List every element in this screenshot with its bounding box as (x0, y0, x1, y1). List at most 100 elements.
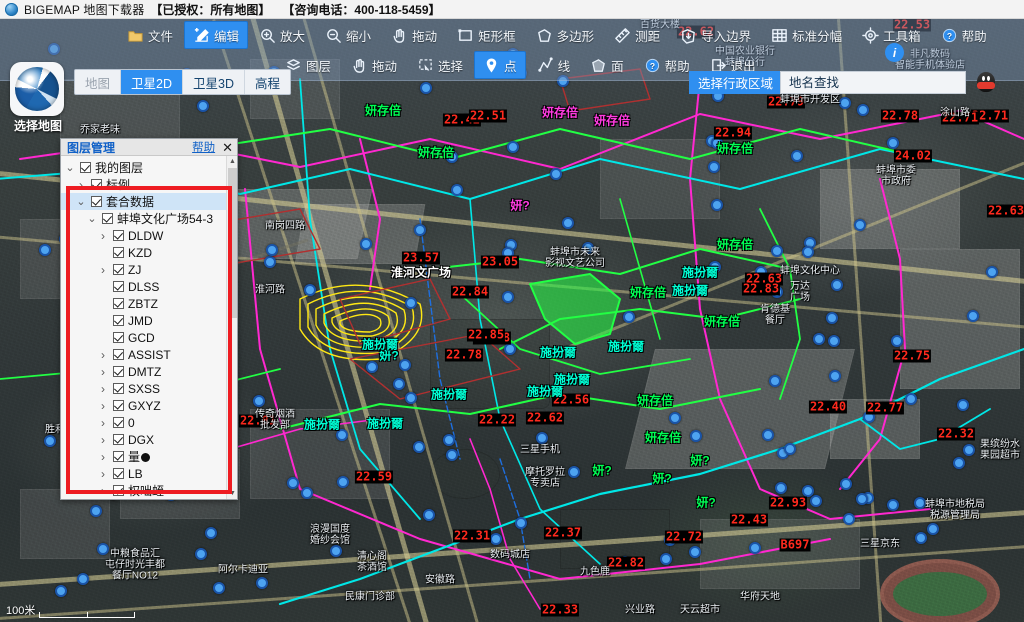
toolbar-button-grid-sheet[interactable]: 标准分幅 (762, 21, 851, 49)
chevron-down-icon[interactable]: ⌄ (64, 164, 76, 172)
layer-checkbox[interactable] (113, 468, 124, 479)
toolbar-button-map-pin[interactable]: 点 (474, 51, 526, 79)
layer-checkbox[interactable] (113, 315, 124, 326)
layer-tree-row[interactable]: ›GCD (61, 329, 226, 346)
toolbar-button-pan-hand[interactable]: 拖动 (342, 51, 406, 79)
layer-tree-row[interactable]: ›JMD (61, 312, 226, 329)
layer-checkbox[interactable] (113, 451, 124, 462)
toolbar-button-polygon[interactable]: 多边形 (527, 21, 604, 49)
place-search-box[interactable] (780, 71, 966, 94)
title-bar: BIGEMAP 地图下载器 【已授权：所有地图】 【咨询电话：400-118-5… (0, 0, 1024, 19)
toolbar-button-folder[interactable]: 文件 (118, 21, 182, 49)
layer-tree-row[interactable]: ›ASSIST (61, 346, 226, 363)
toolbar-button-label: 图层 (306, 56, 331, 75)
layer-tree-row[interactable]: ⌄套合数据 (61, 193, 226, 210)
layer-checkbox[interactable] (113, 332, 124, 343)
map-source-2[interactable]: 卫星3D (183, 70, 245, 94)
toolbar-button-help[interactable]: ?帮助 (932, 21, 996, 49)
toolbar-button-edit[interactable]: 编辑 (184, 21, 248, 49)
select-icon (417, 57, 434, 74)
layer-checkbox[interactable] (113, 230, 124, 241)
layer-panel-header: 图层管理 帮助 ✕ (61, 139, 237, 156)
layer-tree-row[interactable]: ›DMTZ (61, 363, 226, 380)
toolbar-button-ruler[interactable]: 测距 (605, 21, 669, 49)
toolbar-button-import-boundary[interactable]: 导入边界 (671, 21, 760, 49)
toolbar-button-rectangle[interactable]: 矩形框 (448, 21, 525, 49)
layer-checkbox[interactable] (113, 417, 124, 428)
layer-tree-row[interactable]: ›KZD (61, 244, 226, 261)
layer-label: KZD (128, 246, 152, 260)
close-icon[interactable]: ✕ (222, 141, 233, 154)
layer-tree-row[interactable]: ›DGX (61, 431, 226, 448)
search-input[interactable] (789, 76, 965, 90)
layer-checkbox[interactable] (113, 485, 124, 496)
layer-checkbox[interactable] (113, 400, 124, 411)
toolbar-button-select[interactable]: 选择 (408, 51, 472, 79)
layer-tree-row[interactable]: ›DLDW (61, 227, 226, 244)
toolbar-button-zoom-in[interactable]: 放大 (250, 21, 314, 49)
chevron-right-icon[interactable]: › (97, 349, 109, 361)
layer-checkbox[interactable] (113, 383, 124, 394)
map-source-button[interactable] (10, 62, 64, 116)
chevron-right-icon[interactable]: › (97, 434, 109, 446)
toolbar-button-polygon-fill[interactable]: 面 (581, 51, 633, 79)
chevron-right-icon[interactable]: › (75, 179, 87, 191)
layer-checkbox[interactable] (113, 366, 124, 377)
info-circle-icon[interactable]: i (885, 43, 904, 62)
admin-region-button[interactable]: 选择行政区域 (689, 71, 782, 94)
layer-tree-row[interactable]: ›量 (61, 448, 226, 465)
layer-checkbox[interactable] (91, 179, 102, 190)
layer-checkbox[interactable] (113, 349, 124, 360)
layer-label: JMD (128, 314, 153, 328)
layer-checkbox[interactable] (91, 196, 102, 207)
chevron-down-icon[interactable]: ⌄ (75, 198, 87, 206)
layer-manager-panel[interactable]: 图层管理 帮助 ✕ ⌄我的图层›标例⌄套合数据⌄蚌埠文化广场54-3›DLDW›… (60, 138, 238, 500)
scrollbar-thumb[interactable] (228, 168, 237, 318)
layer-tree-row[interactable]: ⌄蚌埠文化广场54-3 (61, 210, 226, 227)
map-source-3[interactable]: 高程 (245, 70, 290, 94)
chevron-right-icon[interactable]: › (97, 383, 109, 395)
layer-tree-row[interactable]: ›ZBTZ (61, 295, 226, 312)
zoom-in-icon (259, 27, 276, 44)
toolbox-icon (862, 27, 879, 44)
layer-label: SXSS (128, 382, 160, 396)
layer-tree-row[interactable]: › SXSS (61, 380, 226, 397)
layer-panel-help-link[interactable]: 帮助 (192, 139, 215, 155)
map-source-1[interactable]: 卫星2D (121, 70, 183, 94)
chevron-right-icon[interactable]: › (97, 485, 109, 497)
layer-tree-row[interactable]: ›DLSS (61, 278, 226, 295)
chevron-right-icon[interactable]: › (97, 451, 109, 463)
layer-tree-scrollbar[interactable]: ▲ ▼ (226, 156, 237, 499)
layer-tree-row[interactable]: ›标例 (61, 176, 226, 193)
scroll-up-icon[interactable]: ▲ (227, 156, 237, 167)
layer-checkbox[interactable] (113, 247, 124, 258)
chevron-right-icon[interactable]: › (97, 400, 109, 412)
chevron-right-icon[interactable]: › (97, 468, 109, 480)
svg-text:?: ? (947, 30, 952, 40)
chevron-right-icon[interactable]: › (97, 417, 109, 429)
layer-checkbox[interactable] (113, 434, 124, 445)
chevron-right-icon[interactable]: › (97, 366, 109, 378)
toolbar-button-zoom-out[interactable]: 缩小 (316, 21, 380, 49)
chevron-right-icon[interactable]: › (97, 230, 109, 242)
layer-tree-row[interactable]: ›LB (61, 465, 226, 482)
help-icon: ? (941, 27, 958, 44)
toolbar-button-pan-hand[interactable]: 拖动 (382, 21, 446, 49)
layer-tree-row[interactable]: ›GXYZ (61, 397, 226, 414)
chevron-right-icon[interactable]: › (97, 264, 109, 276)
layer-checkbox[interactable] (113, 264, 124, 275)
layer-tree-row[interactable]: ›0 (61, 414, 226, 431)
zoom-out-icon (325, 27, 342, 44)
layer-tree-row[interactable]: ⌄ 我的图层 (61, 159, 226, 176)
layer-checkbox[interactable] (102, 213, 113, 224)
toolbar-button-polyline[interactable]: 线 (528, 51, 580, 79)
chevron-down-icon[interactable]: ⌄ (86, 215, 98, 223)
layer-tree-row[interactable]: ›ZJ (61, 261, 226, 278)
layer-tree-row[interactable]: ›权咄蛭 (61, 482, 226, 499)
layer-checkbox[interactable] (113, 281, 124, 292)
layer-label: 我的图层 (95, 159, 143, 176)
layer-checkbox[interactable] (80, 162, 91, 173)
qq-penguin-icon[interactable] (974, 69, 998, 95)
layer-checkbox[interactable] (113, 298, 124, 309)
scroll-down-icon[interactable]: ▼ (227, 488, 237, 499)
